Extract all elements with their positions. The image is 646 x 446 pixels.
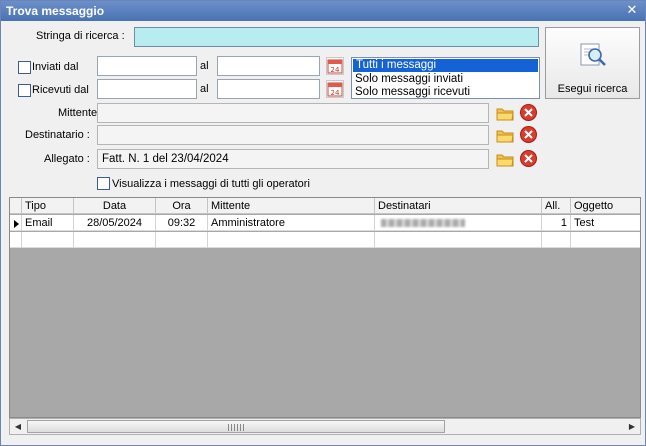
recipient-clear-button[interactable] bbox=[519, 125, 539, 145]
search-input[interactable] bbox=[134, 27, 539, 47]
received-calendar-button[interactable]: 24 bbox=[326, 80, 344, 98]
cell-destinatari bbox=[375, 215, 542, 231]
received-from-date-input[interactable] bbox=[97, 79, 197, 99]
cell-tipo: Email bbox=[22, 215, 74, 231]
folder-icon bbox=[496, 154, 514, 167]
results-grid[interactable]: Tipo Data Ora Mittente Destinatari All. … bbox=[9, 197, 641, 418]
sender-clear-button[interactable] bbox=[519, 103, 539, 123]
cell-empty bbox=[208, 232, 375, 248]
folder-icon bbox=[496, 108, 514, 121]
scrollbar-thumb[interactable] bbox=[27, 420, 445, 433]
filter-option-received[interactable]: Solo messaggi ricevuti bbox=[352, 86, 539, 99]
clear-icon bbox=[520, 150, 537, 167]
run-search-button[interactable]: Esegui ricerca bbox=[545, 27, 640, 99]
sender-field[interactable] bbox=[97, 103, 489, 123]
clear-icon bbox=[520, 126, 537, 143]
all-operators-label: Visualizza i messaggi di tutti gli opera… bbox=[112, 178, 310, 190]
received-to-date-input[interactable] bbox=[217, 79, 320, 99]
cell-empty bbox=[571, 232, 640, 248]
recipient-field[interactable] bbox=[97, 125, 489, 145]
sent-to-date-input[interactable] bbox=[217, 56, 320, 76]
grip-icon bbox=[228, 424, 246, 431]
header-indicator bbox=[10, 198, 22, 214]
window-title: Trova messaggio bbox=[6, 4, 105, 18]
find-message-window: Trova messaggio ✕ Stringa di ricerca : I… bbox=[0, 0, 646, 446]
cell-oggetto: Test bbox=[574, 217, 595, 229]
table-row[interactable]: Email 28/05/2024 09:32 Amministratore 1 … bbox=[10, 215, 640, 231]
sent-calendar-button[interactable]: 24 bbox=[326, 57, 344, 75]
sender-browse-button[interactable] bbox=[495, 104, 515, 124]
clear-icon bbox=[520, 104, 537, 121]
attachment-label: Allegato : bbox=[44, 153, 90, 165]
column-header-data[interactable]: Data bbox=[74, 198, 156, 214]
all-operators-checkbox[interactable] bbox=[97, 177, 110, 190]
redacted-recipient bbox=[381, 219, 465, 227]
row-indicator bbox=[10, 232, 22, 248]
calendar-day: 24 bbox=[331, 89, 340, 97]
grid-header: Tipo Data Ora Mittente Destinatari All. … bbox=[10, 198, 640, 214]
sent-checkbox[interactable] bbox=[18, 61, 31, 74]
column-header-all[interactable]: All. bbox=[542, 198, 571, 214]
attachment-field[interactable]: Fatt. N. 1 del 23/04/2024 bbox=[97, 149, 489, 169]
cell-empty bbox=[74, 232, 156, 248]
row-indicator-icon bbox=[10, 215, 22, 231]
cell-empty bbox=[156, 232, 208, 248]
column-header-destinatari[interactable]: Destinatari bbox=[375, 198, 542, 214]
attachment-browse-button[interactable] bbox=[495, 150, 515, 170]
received-label: Ricevuti dal bbox=[32, 84, 89, 96]
sent-to-label: al bbox=[200, 60, 209, 72]
calendar-day: 24 bbox=[331, 66, 340, 74]
scroll-left-icon[interactable]: ◀ bbox=[10, 419, 26, 434]
recipient-browse-button[interactable] bbox=[495, 126, 515, 146]
column-header-mittente[interactable]: Mittente bbox=[208, 198, 375, 214]
filter-option-all[interactable]: Tutti i messaggi bbox=[353, 59, 538, 72]
calendar-icon: 24 bbox=[327, 82, 343, 97]
message-filter-list[interactable]: Tutti i messaggi Solo messaggi inviati S… bbox=[351, 57, 540, 99]
cell-mittente: Amministratore bbox=[208, 215, 375, 231]
calendar-icon: 24 bbox=[327, 59, 343, 74]
received-to-label: al bbox=[200, 83, 209, 95]
cell-empty bbox=[375, 232, 542, 248]
cell-ora: 09:32 bbox=[156, 215, 208, 231]
search-label: Stringa di ricerca : bbox=[36, 30, 125, 42]
recipient-label: Destinatario : bbox=[25, 129, 90, 141]
attachment-clear-button[interactable] bbox=[519, 149, 539, 169]
filter-option-sent[interactable]: Solo messaggi inviati bbox=[352, 73, 539, 86]
cell-all: 1 bbox=[542, 215, 571, 231]
column-header-ora[interactable]: Ora bbox=[156, 198, 208, 214]
column-header-oggetto[interactable]: Oggetto bbox=[571, 198, 640, 214]
close-icon[interactable]: ✕ bbox=[625, 3, 639, 17]
cell-empty bbox=[22, 232, 74, 248]
scroll-right-icon[interactable]: ▶ bbox=[624, 419, 640, 434]
run-search-label: Esegui ricerca bbox=[557, 83, 628, 95]
folder-icon bbox=[496, 130, 514, 143]
sent-from-date-input[interactable] bbox=[97, 56, 197, 76]
search-document-icon bbox=[580, 43, 606, 66]
received-checkbox[interactable] bbox=[18, 84, 31, 97]
cell-data: 28/05/2024 bbox=[74, 215, 156, 231]
title-bar: Trova messaggio ✕ bbox=[1, 1, 645, 21]
attachment-value: Fatt. N. 1 del 23/04/2024 bbox=[102, 153, 229, 165]
sent-label: Inviati dal bbox=[32, 61, 79, 73]
horizontal-scrollbar[interactable]: ◀ ▶ bbox=[9, 418, 641, 435]
table-row-empty[interactable] bbox=[10, 232, 640, 248]
cell-empty bbox=[542, 232, 571, 248]
column-header-tipo[interactable]: Tipo bbox=[22, 198, 74, 214]
